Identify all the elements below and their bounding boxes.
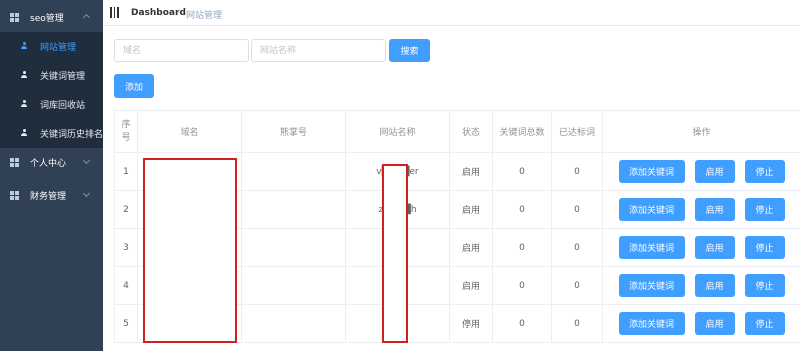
enable-button[interactable]: 启用 [694,236,735,259]
cell-index: 1 [114,152,138,191]
cell-keyword-reached: 0 [551,228,603,267]
hamburger-icon[interactable] [110,7,119,18]
disable-button[interactable]: 停止 [744,198,785,221]
cell-operations: 添加关键词 启用 停止 [602,266,800,305]
menu-item-site-manage[interactable]: 网站管理 [0,32,103,61]
column-header-site-name: 网站名称 [345,110,450,153]
menu-item-recycle-bin[interactable]: 词库回收站 [0,90,103,119]
grid-icon [10,157,19,167]
menu-group-label: seo管理 [30,13,64,24]
cell-status: 启用 [449,228,493,267]
cell-status: 启用 [449,266,493,305]
enable-button[interactable]: 启用 [694,198,735,221]
cell-keyword-total: 0 [492,190,552,229]
cell-keyword-total: 0 [492,266,552,305]
cell-keyword-reached: 0 [551,266,603,305]
cell-keyword-reached: 0 [551,152,603,191]
menu-group-label: 个人中心 [30,158,67,169]
column-header-operations: 操作 [602,110,800,153]
redaction-box-domain [143,158,237,343]
cell-index: 3 [114,228,138,267]
user-icon [21,100,27,107]
cell-index: 2 [114,190,138,229]
grid-icon [10,190,19,200]
cell-operations: 添加关键词 启用 停止 [602,304,800,343]
cell-status: 启用 [449,190,493,229]
cell-keyword-reached: 0 [551,190,603,229]
add-button[interactable]: 添加 [114,74,154,98]
menu-item-label: 网站管理 [40,43,77,53]
cell-keyword-reached: 0 [551,304,603,343]
cell-index: 5 [114,304,138,343]
column-header-domain: 域名 [137,110,242,153]
sitename-search-input[interactable] [251,39,386,62]
cell-operations: 添加关键词 启用 停止 [602,190,800,229]
user-icon [21,71,27,78]
cell-operations: 添加关键词 启用 停止 [602,152,800,191]
column-header-baidu-id: 熊掌号 [241,110,346,153]
user-icon [21,42,27,49]
menu-group-finance[interactable]: 财务管理 [0,180,103,210]
chevron-up-icon [82,13,91,22]
column-header-keyword-total: 关键词总数 [492,110,552,153]
cell-status: 启用 [449,152,493,191]
grid-icon [10,12,19,22]
cell-baidu-id [241,228,346,267]
domain-search-input[interactable] [114,39,249,62]
menu-group-label: 财务管理 [30,191,67,202]
add-keyword-button[interactable]: 添加关键词 [618,312,685,335]
column-header-status: 状态 [449,110,493,153]
cell-baidu-id [241,304,346,343]
menu-item-label: 关键词管理 [40,72,86,82]
search-button[interactable]: 搜索 [389,39,430,62]
sidebar: seo管理 网站管理 关键词管理 词库回收站 关键词历史排名 个人中心 财务管理 [0,0,103,351]
cell-keyword-total: 0 [492,304,552,343]
breadcrumb-current: 网站管理 [186,11,223,21]
cell-baidu-id [241,190,346,229]
disable-button[interactable]: 停止 [744,312,785,335]
chevron-down-icon [82,156,91,165]
cell-status: 停用 [449,304,493,343]
cell-baidu-id [241,266,346,305]
menu-item-keyword-history[interactable]: 关键词历史排名 [0,119,103,148]
enable-button[interactable]: 启用 [694,274,735,297]
enable-button[interactable]: 启用 [694,312,735,335]
cell-keyword-total: 0 [492,228,552,267]
menu-item-keyword-manage[interactable]: 关键词管理 [0,61,103,90]
add-keyword-button[interactable]: 添加关键词 [618,198,685,221]
add-keyword-button[interactable]: 添加关键词 [618,236,685,259]
disable-button[interactable]: 停止 [744,160,785,183]
menu-group-personal[interactable]: 个人中心 [0,147,103,177]
add-keyword-button[interactable]: 添加关键词 [618,274,685,297]
enable-button[interactable]: 启用 [694,160,735,183]
cell-baidu-id [241,152,346,191]
chevron-down-icon [82,189,91,198]
column-header-keyword-reached: 已达标词 [551,110,603,153]
table-header-row: 序号 域名 熊掌号 网站名称 状态 关键词总数 已达标词 操作 [114,110,800,153]
cell-index: 4 [114,266,138,305]
redaction-box-site-name [382,164,408,343]
breadcrumb-separator: / [177,8,181,18]
header-divider [103,25,800,26]
cell-operations: 添加关键词 启用 停止 [602,228,800,267]
menu-group-seo[interactable]: seo管理 [0,2,103,32]
disable-button[interactable]: 停止 [744,274,785,297]
menu-item-label: 词库回收站 [40,101,86,111]
add-keyword-button[interactable]: 添加关键词 [618,160,685,183]
user-icon [21,129,27,136]
disable-button[interactable]: 停止 [744,236,785,259]
cell-keyword-total: 0 [492,152,552,191]
menu-item-label: 关键词历史排名 [40,130,104,140]
column-header-index: 序号 [114,110,138,153]
